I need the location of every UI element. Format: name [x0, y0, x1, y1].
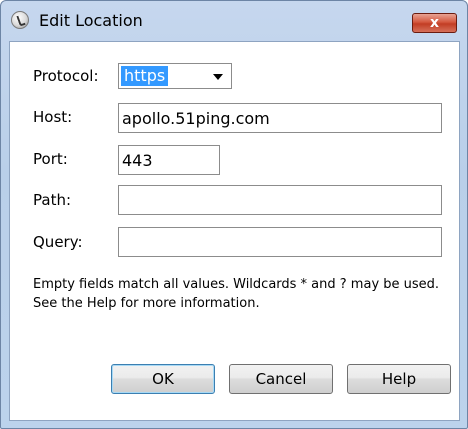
- port-label: Port:: [33, 150, 68, 168]
- help-button[interactable]: Help: [347, 364, 451, 394]
- query-label: Query:: [33, 233, 83, 251]
- ok-button[interactable]: OK: [111, 364, 215, 394]
- title-bar[interactable]: Edit Location x: [1, 1, 467, 41]
- host-label: Host:: [33, 108, 73, 126]
- chevron-down-icon[interactable]: [213, 74, 223, 80]
- dialog-title: Edit Location: [39, 11, 143, 30]
- close-icon: x: [429, 15, 440, 31]
- protocol-label: Protocol:: [33, 67, 99, 85]
- protocol-select[interactable]: https: [118, 63, 232, 89]
- query-input[interactable]: [118, 227, 442, 257]
- port-input[interactable]: [118, 145, 220, 175]
- edit-location-dialog: Edit Location x Protocol: https Host: Po…: [0, 0, 468, 429]
- dialog-body: Protocol: https Host: Port: Path: Query:…: [9, 41, 460, 421]
- path-input[interactable]: [118, 185, 442, 215]
- help-description: Empty fields match all values. Wildcards…: [33, 277, 440, 311]
- host-input[interactable]: [118, 103, 442, 133]
- close-button[interactable]: x: [412, 13, 457, 33]
- app-icon: [11, 11, 29, 29]
- path-label: Path:: [33, 191, 72, 209]
- protocol-selected-value: https: [121, 66, 169, 86]
- cancel-button[interactable]: Cancel: [229, 364, 333, 394]
